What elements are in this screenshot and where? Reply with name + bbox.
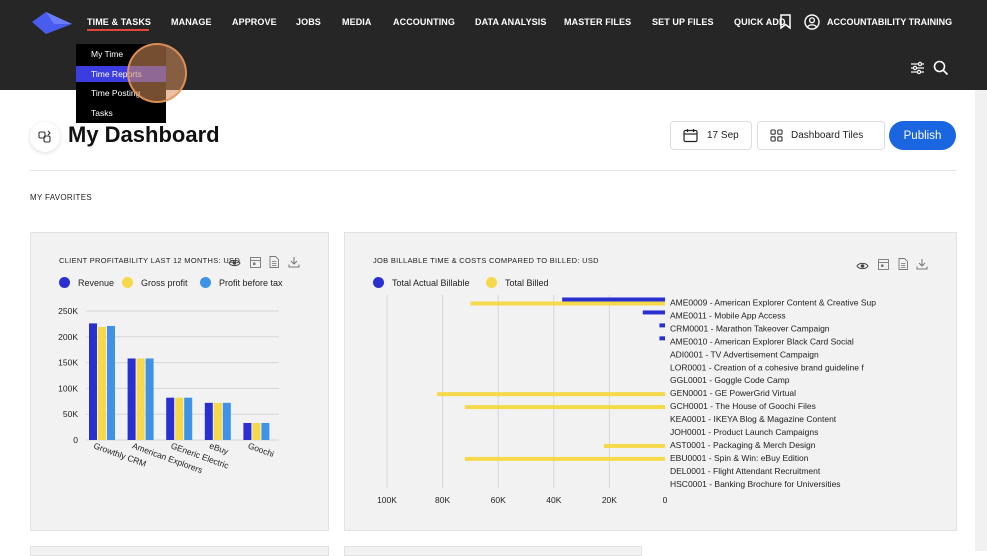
calendar-icon	[683, 128, 698, 143]
y-tick-label: 0	[73, 435, 78, 445]
client-profitability-chart: 250K200K150K100K50K0Growthly CRMAmerican…	[58, 306, 279, 475]
date-picker-button[interactable]: 17 Sep	[670, 121, 752, 150]
x-tick-label: 40K	[546, 495, 561, 505]
x-category-label: Goochi	[247, 440, 276, 459]
bar-total-actual-billable	[659, 336, 665, 341]
job-billable-chart: 100K 80K 60K 40K 20K 0 AME0009 - American Expl…	[377, 295, 876, 505]
nav-manage[interactable]: MANAGE	[171, 17, 212, 27]
x-tick-label: 0	[663, 495, 668, 505]
bar-profit-before-tax	[261, 422, 270, 440]
y-category-label: HSC0001 - Banking Brochure for Universit…	[670, 479, 841, 489]
menu-item-tasks[interactable]: Tasks	[76, 105, 166, 121]
time-and-tasks-dropdown: My Time Time Reports Time Posting Tasks	[76, 44, 166, 123]
nav-set-up-files[interactable]: SET UP FILES	[652, 17, 714, 27]
bar-revenue	[127, 358, 136, 440]
y-tick-label: 100K	[58, 383, 78, 393]
page-title: My Dashboard	[68, 122, 220, 147]
y-tick-label: 50K	[63, 409, 78, 419]
y-category-label: AME0010 - American Explorer Black Card S…	[670, 336, 854, 346]
nav-accounting[interactable]: ACCOUNTING	[393, 17, 455, 27]
bar-revenue	[204, 402, 213, 440]
y-category-label: GCH0001 - The House of Goochi Files	[670, 401, 816, 411]
menu-item-time-reports[interactable]: Time Reports	[76, 66, 166, 82]
y-category-label: AME0011 - Mobile App Access	[670, 310, 786, 320]
search-icon[interactable]	[933, 60, 949, 81]
bar-revenue	[89, 323, 97, 440]
next-card-right	[344, 546, 642, 556]
nav-master-files[interactable]: MASTER FILES	[564, 17, 631, 27]
y-category-label: AME0009 - American Explorer Content & Cr…	[670, 298, 876, 308]
bar-total-billed	[464, 456, 665, 461]
y-category-label: JOH0001 - Product Launch Campaigns	[670, 427, 818, 437]
nav-data-analysis[interactable]: DATA ANALYSIS	[475, 17, 546, 27]
user-account-label[interactable]: ACCOUNTABILITY TRAINING	[827, 17, 952, 27]
y-tick-label: 200K	[58, 332, 78, 342]
bar-total-billed	[464, 405, 665, 410]
tiles-label: Dashboard Tiles	[791, 130, 864, 141]
bar-revenue	[166, 397, 175, 440]
nav-jobs[interactable]: JOBS	[296, 17, 321, 27]
y-category-label: AST0001 - Packaging & Merch Design	[670, 440, 816, 450]
header-divider	[30, 170, 956, 171]
y-tick-label: 150K	[58, 358, 78, 368]
page-scrollbar[interactable]	[975, 90, 987, 551]
y-category-label: EBU0001 - Spin & Win: eBuy Edition	[670, 453, 809, 463]
job-billable-card: JOB BILLABLE TIME & COSTS COMPARED TO BI…	[344, 232, 957, 531]
bar-total-billed	[603, 443, 665, 448]
active-nav-underline	[87, 29, 149, 31]
bar-gross-profit	[252, 422, 261, 440]
nav-approve[interactable]: APPROVE	[232, 17, 277, 27]
user-icon[interactable]	[804, 14, 820, 35]
dashboard-switch-icon[interactable]	[30, 122, 60, 152]
y-category-label: DEL0001 - Flight Attendant Recruitment	[670, 466, 821, 476]
bar-total-actual-billable	[659, 323, 665, 328]
bar-profit-before-tax	[145, 358, 154, 440]
bar-revenue	[243, 422, 252, 440]
nav-quick-add[interactable]: QUICK ADD	[734, 17, 786, 27]
dashboard-tiles-button[interactable]: Dashboard Tiles	[757, 121, 885, 150]
next-card-left	[30, 546, 329, 556]
y-category-label: ADI0001 - TV Advertisement Campaign	[670, 349, 819, 359]
tiles-icon	[770, 129, 783, 142]
bookmark-icon[interactable]	[779, 14, 792, 35]
nav-media[interactable]: MEDIA	[342, 17, 372, 27]
bar-profit-before-tax	[222, 402, 231, 440]
client-profitability-card: CLIENT PROFITABILITY LAST 12 MONTHS: USD…	[30, 232, 329, 531]
y-category-label: CRM0001 - Marathon Takeover Campaign	[670, 323, 830, 333]
bar-total-billed	[437, 392, 665, 397]
bar-total-billed	[470, 301, 665, 306]
bar-profit-before-tax	[107, 325, 115, 440]
bar-gross-profit	[98, 326, 106, 440]
filter-settings-icon[interactable]	[910, 61, 925, 80]
bar-profit-before-tax	[184, 397, 193, 440]
y-category-label: GGL0001 - Goggle Code Camp	[670, 375, 790, 385]
y-category-label: LOR0001 - Creation of a cohesive brand g…	[670, 362, 864, 372]
company-logo[interactable]	[30, 10, 74, 41]
x-tick-label: 100K	[377, 495, 397, 505]
bar-total-actual-billable	[642, 310, 665, 315]
y-category-label: KEA0001 - IKEYA Blog & Magazine Content	[670, 414, 837, 424]
bar-gross-profit	[213, 402, 222, 440]
bar-gross-profit	[175, 397, 184, 440]
y-category-label: GEN0001 - GE PowerGrid Virtual	[670, 388, 796, 398]
x-tick-label: 80K	[435, 495, 450, 505]
y-tick-label: 250K	[58, 306, 78, 316]
x-tick-label: 60K	[491, 495, 506, 505]
menu-item-my-time[interactable]: My Time	[76, 46, 166, 62]
menu-item-time-posting[interactable]: Time Posting	[76, 85, 166, 101]
bar-gross-profit	[136, 358, 145, 440]
publish-button[interactable]: Publish	[889, 121, 956, 150]
favorites-section-label: MY FAVORITES	[30, 193, 92, 202]
date-label: 17 Sep	[707, 130, 739, 141]
nav-time-and-tasks[interactable]: TIME & TASKS	[87, 17, 151, 27]
x-tick-label: 20K	[602, 495, 617, 505]
bar-total-actual-billable	[562, 297, 665, 302]
